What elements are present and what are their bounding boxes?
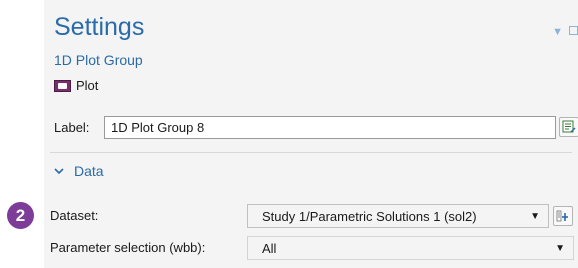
plot-icon [54,79,71,92]
plot-button[interactable]: Plot [54,78,98,93]
data-section-title: Data [74,163,104,179]
page-title: Settings [54,13,145,41]
window-controls: ▼ [552,26,578,38]
maximize-icon[interactable] [569,26,578,35]
section-divider [50,152,572,153]
plot-button-label: Plot [76,78,99,93]
label-field-label: Label: [54,120,90,135]
data-section-header[interactable]: Data [54,163,104,179]
settings-panel: Settings ▼ 1D Plot Group Plot Label: Dat… [44,0,578,268]
chevron-down-icon [54,167,64,174]
parameter-caret-icon: ▼ [555,242,565,254]
node-type-subtitle: 1D Plot Group [54,52,143,68]
dataset-value: Study 1/Parametric Solutions 1 (sol2) [262,208,477,224]
dataset-label: Dataset: [50,208,99,223]
edit-label-icon [562,120,576,133]
dataset-caret-icon: ▼ [530,210,540,222]
label-input[interactable] [104,116,556,139]
dropdown-menu-icon[interactable]: ▼ [552,26,563,38]
add-dataset-button[interactable] [553,206,573,226]
parameter-selection-label: Parameter selection (wbb): [50,240,206,255]
parameter-selection-value: All [262,240,277,256]
edit-label-button[interactable] [559,117,578,137]
step-badge: 2 [7,202,34,229]
add-dataset-icon [556,210,568,222]
parameter-selection-select[interactable]: All ▼ [247,236,574,260]
dataset-select[interactable]: Study 1/Parametric Solutions 1 (sol2) ▼ [247,204,549,228]
